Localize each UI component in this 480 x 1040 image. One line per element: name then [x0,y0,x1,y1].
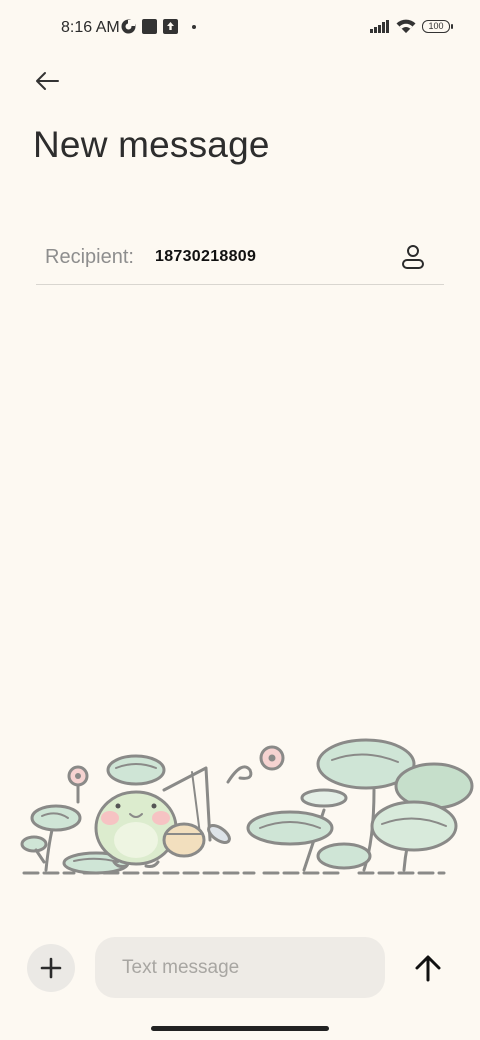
wifi-icon [396,19,416,33]
upload-notification-icon [163,19,178,34]
plus-icon [40,957,62,979]
recipient-number[interactable]: 18730218809 [155,248,256,266]
battery-icon: 100 [422,20,453,33]
home-indicator[interactable] [151,1026,329,1031]
vpn-key-icon [121,19,136,34]
status-time: 8:16 AM [61,19,120,36]
select-contact-button[interactable] [396,240,430,274]
more-dot-icon [192,24,196,29]
status-notification-icons [121,19,196,34]
person-icon [402,245,424,269]
arrow-up-icon [415,955,441,982]
message-input[interactable] [95,937,385,998]
frog-illustration [20,738,474,875]
compose-bar [0,930,480,1010]
page-title: New message [33,124,270,165]
arrow-left-icon [36,72,59,90]
status-system-icons: 100 [370,19,453,34]
signal-icon [370,20,389,33]
send-button[interactable] [408,948,448,988]
back-button[interactable] [30,64,64,98]
add-attachment-button[interactable] [27,944,75,992]
notification-square-icon [142,19,157,34]
status-bar: 8:16 AM 100 [0,0,480,56]
recipient-row: Recipient: 18730218809 [36,232,444,285]
recipient-label: Recipient: [45,246,134,268]
